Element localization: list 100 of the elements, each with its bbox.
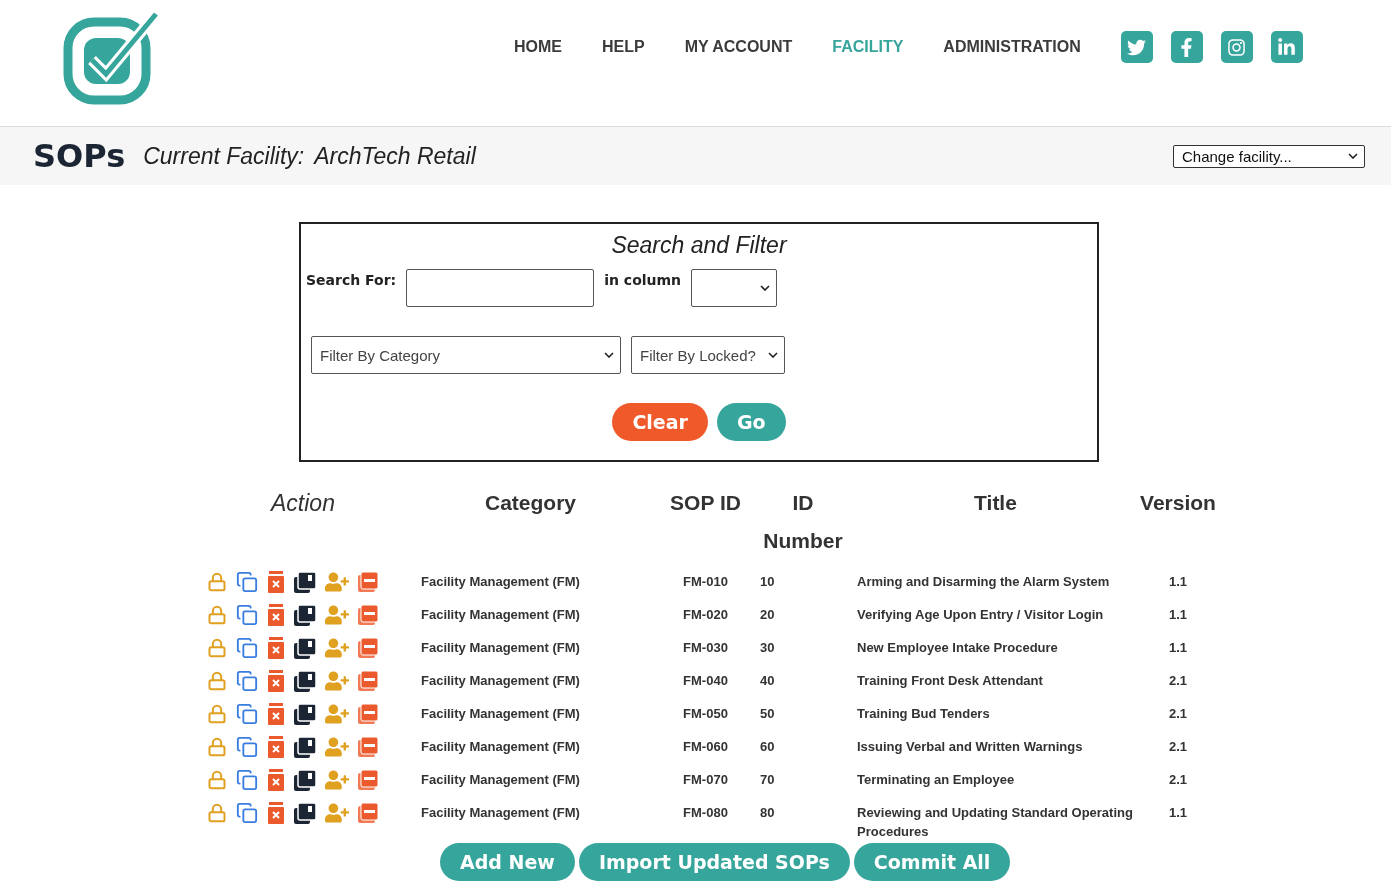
copy-icon[interactable] xyxy=(236,670,258,692)
table-cell-text: FM-080 xyxy=(682,804,729,822)
lock-icon[interactable] xyxy=(207,704,227,724)
table-cell-text: FM-040 xyxy=(682,672,729,690)
twitter-icon[interactable] xyxy=(1120,31,1153,63)
pdf-icon[interactable] xyxy=(358,704,378,724)
caret-icon xyxy=(604,352,614,358)
nav-link[interactable]: HELP xyxy=(602,38,645,56)
table-cell-text: Facility Management (FM) xyxy=(420,639,581,657)
add-user-icon[interactable] xyxy=(325,735,349,759)
nav-link[interactable]: ADMINISTRATION xyxy=(943,38,1081,56)
column-label: in column xyxy=(604,272,682,288)
lock-icon[interactable] xyxy=(207,671,227,691)
instagram-icon[interactable] xyxy=(1220,31,1253,63)
add-user-icon[interactable] xyxy=(325,669,349,693)
books-icon[interactable] xyxy=(294,637,316,659)
lock-icon[interactable] xyxy=(207,572,227,592)
table-cell-text: New Employee Intake Procedure xyxy=(856,639,1059,657)
search-label: Search For: xyxy=(306,272,397,288)
table-cell-text: FM-070 xyxy=(682,771,729,789)
table-cell-text: FM-020 xyxy=(682,606,729,624)
table-cell-text: Training Front Desk Attendant xyxy=(856,672,1044,690)
copy-icon[interactable] xyxy=(236,736,258,758)
facility-label: Current Facility: xyxy=(143,142,305,170)
add-user-icon[interactable] xyxy=(325,636,349,660)
table-cell-text: Terminating an Employee xyxy=(856,771,1016,789)
add-user-icon[interactable] xyxy=(325,702,349,726)
table-cell-text: Issuing Verbal and Written Warnings xyxy=(856,738,1084,756)
table-cell-text: 20 xyxy=(759,606,776,624)
trash-icon[interactable] xyxy=(267,703,285,725)
books-icon[interactable] xyxy=(294,571,316,593)
table-cell-text: Facility Management (FM) xyxy=(420,606,581,624)
lock-icon[interactable] xyxy=(207,770,227,790)
table-cell-text: Arming and Disarming the Alarm System xyxy=(856,573,1111,591)
trash-icon[interactable] xyxy=(267,736,285,758)
column-header: Action xyxy=(269,489,336,518)
table-cell-text: FM-050 xyxy=(682,705,729,723)
pdf-icon[interactable] xyxy=(358,638,378,658)
table-cell-text: Facility Management (FM) xyxy=(420,738,581,756)
facility-select[interactable]: Change facility... xyxy=(1173,144,1365,168)
pdf-icon[interactable] xyxy=(358,770,378,790)
books-icon[interactable] xyxy=(294,769,316,791)
nav-link[interactable]: HOME xyxy=(514,38,562,56)
books-icon[interactable] xyxy=(294,736,316,758)
facebook-icon[interactable] xyxy=(1170,31,1203,63)
table-cell-text: 2.1 xyxy=(1167,705,1189,723)
caret-icon xyxy=(768,352,778,358)
linkedin-icon[interactable] xyxy=(1270,31,1303,63)
pdf-icon[interactable] xyxy=(358,572,378,592)
add-user-icon[interactable] xyxy=(325,768,349,792)
trash-icon[interactable] xyxy=(267,604,285,626)
books-icon[interactable] xyxy=(294,703,316,725)
trash-icon[interactable] xyxy=(267,802,285,824)
table-cell-text: Training Bud Tenders xyxy=(856,705,991,723)
copy-icon[interactable] xyxy=(236,703,258,725)
table-cell-text: FM-030 xyxy=(682,639,729,657)
books-icon[interactable] xyxy=(294,670,316,692)
table-cell-text: Facility Management (FM) xyxy=(420,705,581,723)
lock-icon[interactable] xyxy=(207,605,227,625)
trash-icon[interactable] xyxy=(267,769,285,791)
copy-icon[interactable] xyxy=(236,571,258,593)
locked-select[interactable]: Filter By Locked? xyxy=(631,336,785,374)
lock-icon[interactable] xyxy=(207,737,227,757)
caret-icon xyxy=(760,285,771,291)
pdf-icon[interactable] xyxy=(358,737,378,757)
pdf-icon[interactable] xyxy=(358,803,378,823)
pdf-icon[interactable] xyxy=(358,605,378,625)
trash-icon[interactable] xyxy=(267,637,285,659)
caret-icon xyxy=(1348,153,1358,159)
lock-icon[interactable] xyxy=(207,803,227,823)
table-cell-text: 60 xyxy=(759,738,776,756)
table-cell-text: Facility Management (FM) xyxy=(420,672,581,690)
pdf-icon[interactable] xyxy=(358,671,378,691)
column-select[interactable] xyxy=(691,269,778,307)
table-cell-text: 50 xyxy=(759,705,776,723)
books-icon[interactable] xyxy=(294,604,316,626)
facility-name: ArchTech Retail xyxy=(314,142,476,170)
table-cell-text: FM-060 xyxy=(682,738,729,756)
add-user-icon[interactable] xyxy=(325,603,349,627)
nav-link[interactable]: MY ACCOUNT xyxy=(684,38,793,56)
table-cell-text: 70 xyxy=(759,771,776,789)
table-cell-text: Reviewing and Updating Standard Operating Procedures xyxy=(856,804,1134,841)
table-cell-text: Facility Management (FM) xyxy=(420,573,581,591)
category-select[interactable]: Filter By Category xyxy=(311,336,621,374)
table-cell-text: 1.1 xyxy=(1167,606,1189,624)
copy-icon[interactable] xyxy=(236,637,258,659)
copy-icon[interactable] xyxy=(236,604,258,626)
table-cell-text: Facility Management (FM) xyxy=(420,804,581,822)
trash-icon[interactable] xyxy=(267,571,285,593)
copy-icon[interactable] xyxy=(236,769,258,791)
trash-icon[interactable] xyxy=(267,670,285,692)
column-header: Category xyxy=(484,490,577,516)
add-user-icon[interactable] xyxy=(325,801,349,825)
table-cell-text: 1.1 xyxy=(1167,804,1189,822)
table-cell-text: Verifying Age Upon Entry / Visitor Login xyxy=(856,606,1105,624)
lock-icon[interactable] xyxy=(207,638,227,658)
add-user-icon[interactable] xyxy=(325,570,349,594)
books-icon[interactable] xyxy=(294,802,316,824)
copy-icon[interactable] xyxy=(236,802,258,824)
search-field[interactable] xyxy=(406,269,595,307)
